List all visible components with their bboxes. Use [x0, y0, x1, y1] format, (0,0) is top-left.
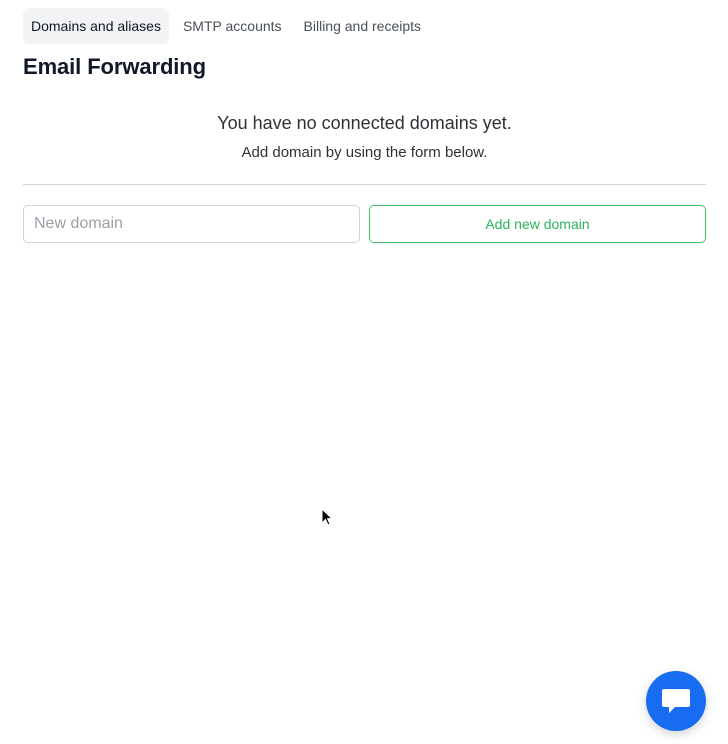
empty-state-subtitle: Add domain by using the form below.: [241, 144, 488, 161]
new-domain-input[interactable]: [23, 205, 360, 243]
mouse-pointer-icon: [321, 508, 333, 526]
page-title: Email Forwarding: [23, 54, 206, 79]
empty-state-title: You have no connected domains yet.: [217, 113, 512, 133]
add-new-domain-button[interactable]: Add new domain: [369, 205, 706, 243]
tab-billing-and-receipts[interactable]: Billing and receipts: [296, 8, 430, 44]
tab-domains-and-aliases[interactable]: Domains and aliases: [23, 8, 169, 44]
chat-launcher-button[interactable]: [646, 671, 706, 731]
tab-smtp-accounts[interactable]: SMTP accounts: [175, 8, 290, 44]
section-divider: [23, 184, 706, 185]
chat-bubble-icon: [662, 689, 690, 713]
settings-tabs: Domains and aliases SMTP accounts Billin…: [23, 8, 429, 44]
email-forwarding-page: Domains and aliases SMTP accounts Billin…: [0, 0, 728, 744]
